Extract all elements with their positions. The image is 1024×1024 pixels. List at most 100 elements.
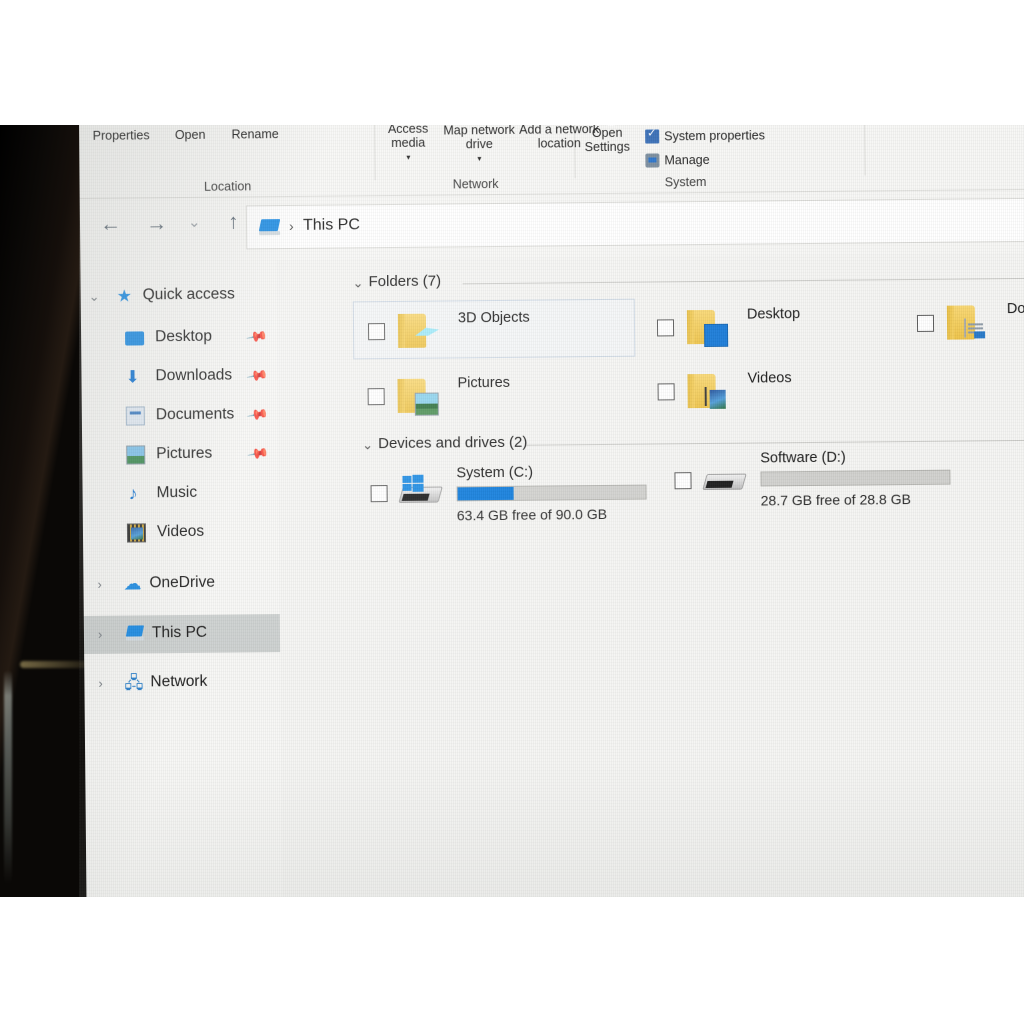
drive-capacity-bar: [456, 484, 647, 502]
download-icon: ⬇: [125, 367, 140, 387]
item-checkbox[interactable]: [367, 388, 385, 406]
open-icon: [179, 125, 201, 126]
ribbon: Location Properties Open ⌃ Rename: [79, 125, 1024, 199]
pin-icon[interactable]: 📌: [246, 442, 269, 466]
screen-area: Location Properties Open ⌃ Rename: [79, 125, 1024, 897]
access-media-button[interactable]: Access media ▾: [377, 125, 440, 165]
pin-icon[interactable]: 📌: [245, 364, 268, 388]
item-checkbox[interactable]: [656, 319, 675, 337]
ribbon-group-location: Location Properties Open ⌃ Rename: [79, 125, 376, 199]
chevron-down-icon[interactable]: ⌄: [89, 289, 100, 305]
chevron-right-icon[interactable]: ›: [97, 577, 101, 592]
sidebar-item-documents[interactable]: Documents 📌: [82, 396, 278, 436]
item-documents[interactable]: Documents: [903, 292, 1024, 352]
videos-icon: [126, 523, 147, 543]
map-network-drive-button[interactable]: Map network drive ▾: [441, 125, 518, 167]
pictures-icon: [126, 445, 146, 465]
manage-label: Manage: [664, 152, 710, 168]
photograph-of-screen: Location Properties Open ⌃ Rename: [0, 0, 1024, 1024]
drive-name: System (C:): [456, 464, 534, 482]
sidebar-label: Videos: [156, 522, 205, 541]
ribbon-group-system: System Open Settings Uninstall or change…: [575, 125, 866, 194]
document-icon: [963, 318, 967, 338]
item-checkbox[interactable]: [916, 314, 935, 332]
sidebar-item-quick-access[interactable]: ⌄ ★ Quick access: [81, 276, 277, 316]
item-checkbox[interactable]: [674, 472, 692, 490]
open-button[interactable]: Open: [163, 125, 217, 142]
this-pc-icon: [125, 624, 145, 643]
navigation-bar: ← → ⌄ ↑ › This PC: [79, 190, 1024, 262]
music-icon: ♪: [128, 483, 138, 504]
drive-free-space: 63.4 GB free of 90.0 GB: [456, 505, 608, 524]
sidebar-label: Quick access: [142, 285, 235, 304]
group-divider: [462, 277, 1024, 285]
properties-button[interactable]: Properties: [83, 125, 159, 143]
chevron-down-icon[interactable]: ⌄: [353, 275, 364, 291]
open-settings-button[interactable]: Open Settings: [577, 125, 638, 154]
system-properties-button[interactable]: System properties: [645, 128, 765, 144]
sidebar-label: Music: [156, 483, 198, 502]
item-system-c-drive[interactable]: System (C:) 63.4 GB free of 90.0 GB: [356, 458, 657, 525]
sidebar-item-onedrive[interactable]: › ☁ OneDrive: [83, 564, 279, 604]
drive-free-space: 28.7 GB free of 28.8 GB: [760, 491, 911, 509]
sidebar-item-this-pc[interactable]: › This PC: [83, 614, 281, 654]
sidebar-item-music[interactable]: ♪ Music: [82, 474, 278, 514]
back-button[interactable]: ←: [100, 213, 121, 236]
item-checkbox[interactable]: [657, 383, 675, 401]
sidebar-label: Documents: [155, 405, 235, 424]
sidebar-item-pictures[interactable]: Pictures 📌: [82, 435, 278, 475]
item-desktop[interactable]: Desktop: [643, 296, 904, 356]
sidebar-label: OneDrive: [149, 573, 216, 592]
item-3d-objects[interactable]: 3D Objects: [352, 298, 636, 360]
item-name: Videos: [747, 370, 792, 387]
group-header-folders[interactable]: ⌄ Folders (7): [352, 267, 1024, 296]
open-settings-label-2: Settings: [584, 139, 630, 155]
item-checkbox[interactable]: [370, 485, 388, 503]
items-view: ⌄ Folders (7) 3D Objects Desktop Documen…: [276, 252, 1024, 897]
item-videos[interactable]: Videos: [643, 360, 904, 420]
pin-icon[interactable]: 📌: [244, 325, 268, 349]
system-properties-label: System properties: [664, 128, 765, 144]
sidebar-label: Downloads: [155, 366, 233, 385]
breadcrumb-separator: ›: [288, 217, 294, 234]
item-checkbox[interactable]: [367, 323, 386, 341]
address-bar[interactable]: › This PC: [245, 196, 1024, 250]
sidebar-item-desktop[interactable]: Desktop 📌: [81, 318, 277, 358]
map-network-drive-label: Map network drive: [443, 125, 515, 152]
recent-locations-button[interactable]: ⌄: [188, 214, 201, 231]
item-name: Desktop: [746, 306, 801, 323]
manage-button[interactable]: Manage: [645, 152, 710, 168]
file-explorer-window: Location Properties Open ⌃ Rename: [79, 125, 1024, 897]
drive-capacity-bar: [760, 469, 951, 487]
properties-label: Properties: [92, 128, 150, 143]
chevron-down-icon[interactable]: ⌄: [362, 437, 373, 453]
windows-logo-icon: [402, 474, 424, 492]
pin-icon[interactable]: 📌: [245, 403, 269, 427]
item-pictures[interactable]: Pictures: [353, 365, 636, 426]
sidebar-item-videos[interactable]: Videos: [83, 513, 279, 553]
ribbon-group-network: Network Access media ▾ Map network drive…: [375, 125, 599, 196]
onedrive-icon: ☁: [123, 573, 142, 594]
bezel-glint: [4, 670, 12, 885]
folder-icon: [686, 308, 729, 348]
picture-icon: [414, 392, 439, 416]
chevron-down-icon: ▾: [477, 154, 482, 164]
rename-button[interactable]: ⌃ Rename: [219, 125, 291, 142]
ribbon-group-label: Network: [452, 176, 499, 192]
group-header-label: Folders (7): [368, 272, 442, 291]
chevron-right-icon[interactable]: ›: [98, 627, 102, 642]
sidebar-item-downloads[interactable]: ⬇ Downloads 📌: [81, 357, 277, 397]
up-button[interactable]: ↑: [228, 210, 239, 233]
chevron-right-icon[interactable]: ›: [98, 676, 102, 691]
sidebar-item-network[interactable]: › 🖧 Network: [84, 663, 280, 703]
item-name: Documents: [1006, 300, 1024, 318]
group-separator: [863, 125, 866, 176]
ribbon-group-label: Location: [203, 179, 252, 194]
forward-button[interactable]: →: [146, 212, 167, 235]
breadcrumb-this-pc[interactable]: This PC: [303, 216, 360, 235]
windows-drive-icon: [396, 474, 443, 509]
item-software-d-drive[interactable]: Software (D:) 28.7 GB free of 28.8 GB: [660, 446, 961, 513]
desktop-icon: [125, 331, 145, 346]
manage-icon: [645, 153, 660, 168]
film-icon: [704, 386, 707, 407]
